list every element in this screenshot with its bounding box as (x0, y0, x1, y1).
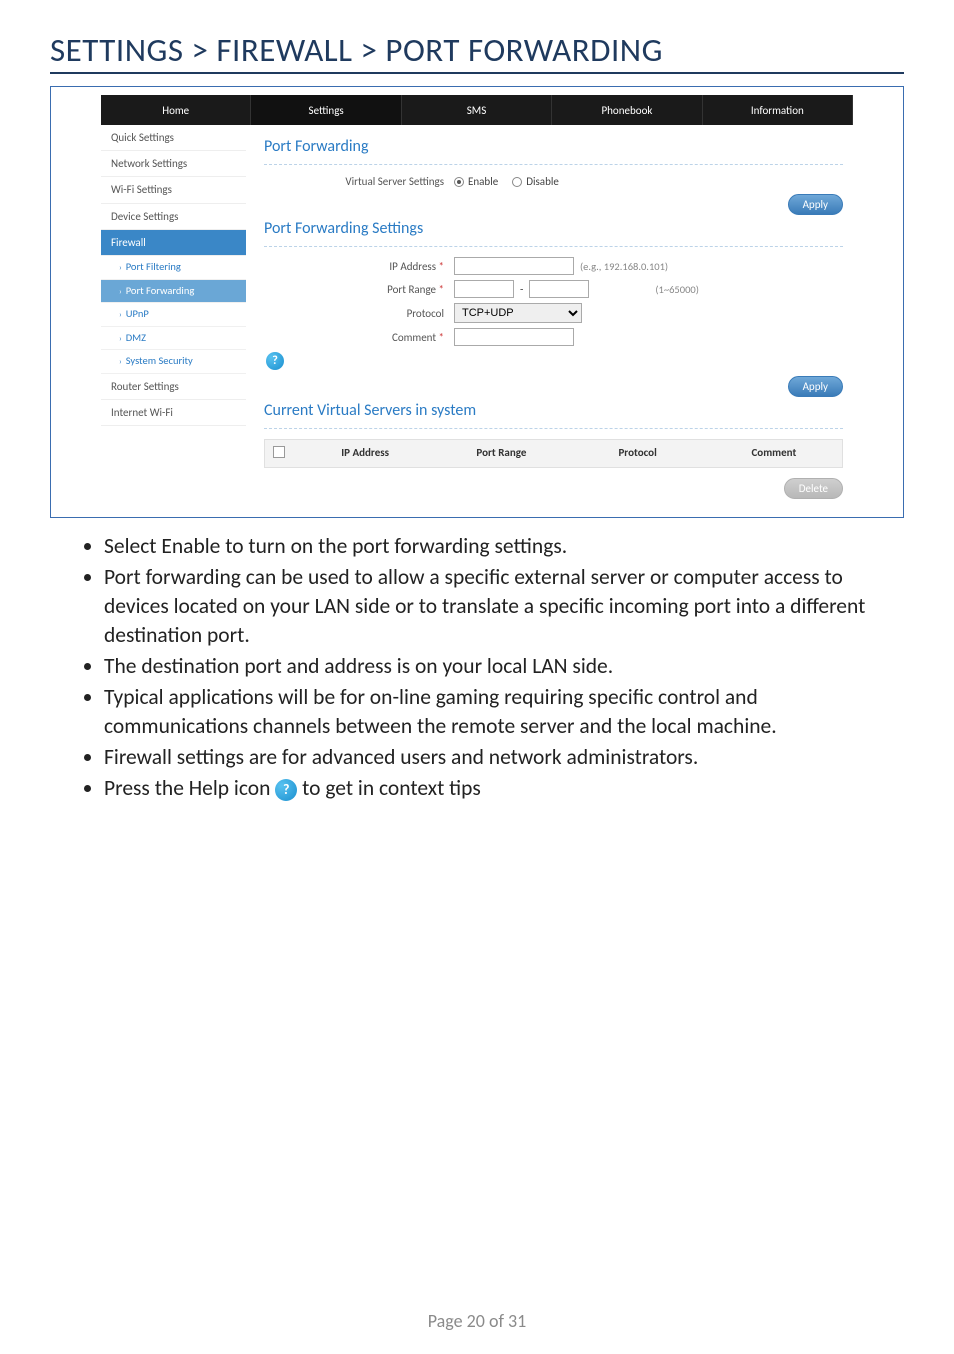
divider (264, 246, 843, 247)
sidebar-item-internet-wifi[interactable]: Internet Wi-Fi (101, 400, 246, 426)
tab-phonebook[interactable]: Phonebook (552, 95, 702, 125)
main-panel: Port Forwarding Virtual Server Settings … (246, 125, 853, 499)
ip-address-hint: (e.g., 192.168.0.101) (580, 260, 668, 273)
port-range-from-input[interactable] (454, 280, 514, 298)
label-ip-address: IP Address (264, 260, 454, 273)
apply-button-bottom[interactable]: Apply (788, 376, 843, 397)
section-title-port-forwarding: Port Forwarding (264, 133, 843, 162)
tab-information[interactable]: Information (703, 95, 853, 125)
radio-disable-label: Disable (526, 175, 559, 188)
sidebar-sub-label: DMZ (126, 331, 146, 344)
settings-sidebar: Quick Settings Network Settings Wi-Fi Se… (101, 125, 246, 499)
sidebar-sub-system-security[interactable]: ›System Security (101, 350, 246, 374)
page-number: Page 20 of 31 (0, 1310, 954, 1332)
sidebar-item-wifi-settings[interactable]: Wi-Fi Settings (101, 177, 246, 203)
list-item-text-a: Press the Help icon (104, 775, 275, 801)
list-item-text-b: to get in context tips (302, 775, 481, 801)
label-comment: Comment (264, 331, 454, 344)
label-port-range: Port Range (264, 283, 454, 296)
sidebar-item-firewall[interactable]: Firewall (101, 230, 246, 256)
select-all-checkbox[interactable] (273, 446, 285, 458)
port-range-dash: - (520, 283, 523, 296)
top-nav: Home Settings SMS Phonebook Information (101, 95, 853, 125)
sidebar-sub-label: Port Forwarding (126, 284, 195, 297)
radio-enable[interactable] (454, 177, 464, 187)
list-item: Typical applications will be for on-line… (104, 683, 904, 741)
label-protocol: Protocol (264, 307, 454, 320)
list-item: Firewall settings are for advanced users… (104, 743, 904, 772)
radio-enable-label: Enable (468, 175, 498, 188)
list-item: Port forwarding can be used to allow a s… (104, 563, 904, 650)
sidebar-item-device-settings[interactable]: Device Settings (101, 204, 246, 230)
tab-sms[interactable]: SMS (402, 95, 552, 125)
sidebar-item-network-settings[interactable]: Network Settings (101, 151, 246, 177)
ip-address-input[interactable] (454, 257, 574, 275)
sidebar-sub-label: Port Filtering (126, 260, 181, 273)
th-port-range: Port Range (433, 440, 569, 467)
tab-home[interactable]: Home (101, 95, 251, 125)
divider (264, 428, 843, 429)
help-icon: ? (275, 779, 297, 801)
virtual-server-radio-group: Enable Disable (454, 175, 843, 188)
breadcrumb-title: SETTINGS > FIREWALL > PORT FORWARDING (50, 30, 904, 74)
apply-button-top[interactable]: Apply (788, 194, 843, 215)
section-title-pf-settings: Port Forwarding Settings (264, 215, 843, 244)
th-comment: Comment (706, 440, 842, 467)
tab-settings[interactable]: Settings (251, 95, 401, 125)
th-protocol: Protocol (570, 440, 706, 467)
help-icon[interactable]: ? (266, 352, 284, 370)
sidebar-item-router-settings[interactable]: Router Settings (101, 374, 246, 400)
delete-button[interactable]: Delete (784, 478, 843, 499)
instruction-list: Select Enable to turn on the port forwar… (50, 532, 904, 803)
sidebar-sub-upnp[interactable]: ›UPnP (101, 303, 246, 327)
comment-input[interactable] (454, 328, 574, 346)
router-ui-screenshot: Home Settings SMS Phonebook Information … (50, 86, 904, 518)
sidebar-sub-dmz[interactable]: ›DMZ (101, 327, 246, 351)
port-range-to-input[interactable] (529, 280, 589, 298)
radio-disable[interactable] (512, 177, 522, 187)
protocol-select[interactable]: TCP+UDP (454, 303, 582, 323)
list-item: The destination port and address is on y… (104, 652, 904, 681)
divider (264, 164, 843, 165)
sidebar-sub-label: UPnP (126, 307, 149, 320)
sidebar-sub-port-filtering[interactable]: ›Port Filtering (101, 256, 246, 280)
sidebar-sub-label: System Security (126, 354, 193, 367)
virtual-servers-table-header: IP Address Port Range Protocol Comment (264, 439, 843, 468)
sidebar-item-quick-settings[interactable]: Quick Settings (101, 125, 246, 151)
th-ip-address: IP Address (297, 440, 433, 467)
list-item: Select Enable to turn on the port forwar… (104, 532, 904, 561)
sidebar-sub-port-forwarding[interactable]: ›Port Forwarding (101, 280, 246, 304)
port-range-hint: (1~65000) (655, 283, 699, 296)
label-virtual-server-settings: Virtual Server Settings (264, 175, 454, 188)
section-title-current-servers: Current Virtual Servers in system (264, 397, 843, 426)
list-item: Press the Help icon ? to get in context … (104, 774, 904, 803)
